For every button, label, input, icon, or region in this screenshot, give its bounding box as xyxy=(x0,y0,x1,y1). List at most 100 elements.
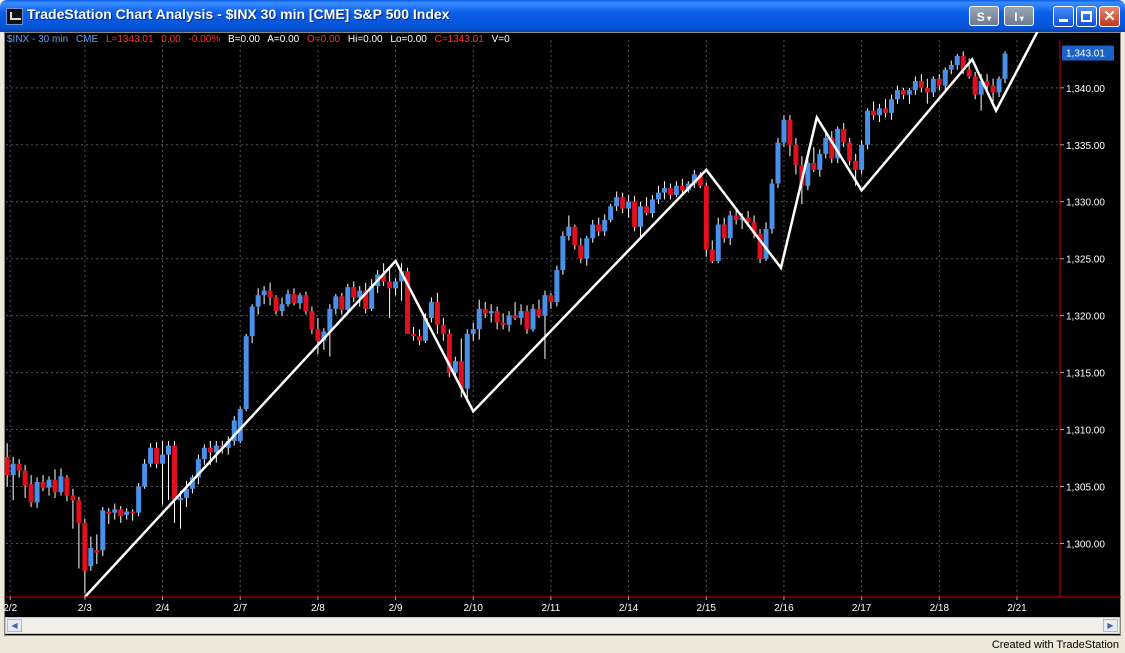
candle-body xyxy=(590,224,596,239)
candle-body xyxy=(554,270,560,302)
candle-body xyxy=(387,281,393,289)
candle xyxy=(255,288,261,315)
candle xyxy=(912,76,918,95)
arrow-left-icon: ◀ xyxy=(11,621,18,630)
footer-credit: Created with TradeStation xyxy=(991,639,1119,651)
status-high: Hi=0.00 xyxy=(347,34,383,45)
scroll-right-button[interactable]: ▶ xyxy=(1103,619,1118,632)
candle-body xyxy=(721,224,727,239)
candle-body xyxy=(171,445,177,501)
candle xyxy=(512,301,518,321)
candle xyxy=(166,440,172,501)
candle xyxy=(596,217,602,236)
candle-body xyxy=(638,206,644,227)
candle xyxy=(889,94,895,120)
candle xyxy=(434,292,440,334)
maximize-button[interactable] xyxy=(1076,6,1097,27)
x-tick-label: 2/8 xyxy=(311,603,325,614)
candle-body xyxy=(924,87,930,93)
candle-body xyxy=(889,99,895,113)
i-menu-button[interactable]: I ▾ xyxy=(1004,6,1034,26)
candle xyxy=(303,291,309,315)
candle xyxy=(70,488,76,529)
candle-body xyxy=(930,78,936,93)
candle-body xyxy=(124,511,130,515)
candle-body xyxy=(488,311,494,314)
candle-body xyxy=(524,311,530,330)
candle xyxy=(548,292,554,309)
y-tick-label: 1,320.00 xyxy=(1066,312,1105,323)
y-tick-label: 1,330.00 xyxy=(1066,198,1105,209)
candle-body xyxy=(118,509,124,517)
candle xyxy=(470,322,476,341)
candle xyxy=(243,333,249,412)
candle-body xyxy=(243,336,249,410)
candle xyxy=(363,282,369,314)
chevron-down-icon: ▾ xyxy=(1017,14,1024,23)
close-button[interactable]: ✕ xyxy=(1099,6,1120,27)
candle-body xyxy=(548,295,554,302)
candle xyxy=(291,288,297,306)
candle xyxy=(249,304,255,343)
candle-body xyxy=(58,476,64,493)
s-menu-button[interactable]: S ▾ xyxy=(969,6,999,26)
minimize-button[interactable] xyxy=(1053,6,1074,27)
candle-body xyxy=(470,329,476,334)
status-net-change: 0.00 xyxy=(161,34,181,45)
candle xyxy=(488,304,494,323)
candle xyxy=(871,101,877,120)
candle xyxy=(626,194,632,218)
candle-body xyxy=(877,108,883,116)
candle xyxy=(88,536,94,571)
candle-body xyxy=(966,69,972,77)
candle-body xyxy=(620,197,626,209)
candle xyxy=(315,317,321,355)
candle-body xyxy=(393,281,399,289)
last-price-label: 1,343.01 xyxy=(1066,49,1105,60)
candle xyxy=(781,115,787,148)
y-tick-label: 1,310.00 xyxy=(1066,426,1105,437)
candle-body xyxy=(793,144,799,166)
x-tick-label: 2/15 xyxy=(697,603,717,614)
horizontal-scrollbar[interactable]: ◀ ▶ xyxy=(5,617,1120,634)
candle-body xyxy=(900,90,906,95)
candle-body xyxy=(584,238,590,259)
candle-body xyxy=(255,295,261,307)
candle-body xyxy=(76,500,82,523)
candle xyxy=(769,178,775,234)
candle xyxy=(584,235,590,266)
candle xyxy=(112,503,118,520)
candle-body xyxy=(303,295,309,312)
candle xyxy=(530,304,536,332)
candle-body xyxy=(279,304,285,312)
candle xyxy=(106,508,112,525)
status-pct-change: -0.00% xyxy=(188,34,221,45)
scroll-left-button[interactable]: ◀ xyxy=(7,619,22,632)
y-tick-label: 1,340.00 xyxy=(1066,84,1105,95)
x-tick-label: 2/17 xyxy=(852,603,872,614)
candle xyxy=(638,201,644,239)
candle-body xyxy=(154,447,160,464)
candle xyxy=(58,468,64,496)
candle-body xyxy=(644,206,650,214)
status-open: O=0.00 xyxy=(306,34,341,45)
candle xyxy=(811,147,817,173)
candle-body xyxy=(148,447,154,464)
candle-body xyxy=(64,477,70,496)
candle xyxy=(16,459,22,478)
candle xyxy=(847,137,853,166)
price-chart[interactable]: 1,300.00 1,305.00 1,310.00 1,315.00 1,320.00… xyxy=(4,32,1121,617)
candle-body xyxy=(88,548,94,567)
candle xyxy=(602,214,608,236)
title-bar[interactable]: TradeStation Chart Analysis - $INX 30 mi… xyxy=(0,0,1125,32)
chart-app-icon[interactable] xyxy=(6,8,23,25)
x-tick-label: 2/16 xyxy=(774,603,794,614)
candle-body xyxy=(506,315,512,325)
status-close: C=1343.01 xyxy=(434,34,484,45)
window-title: TradeStation Chart Analysis - $INX 30 mi… xyxy=(27,6,450,22)
candle xyxy=(942,67,948,91)
candle xyxy=(650,194,656,218)
candle xyxy=(727,210,733,246)
candle-body xyxy=(859,144,865,170)
candle-body xyxy=(811,163,817,170)
